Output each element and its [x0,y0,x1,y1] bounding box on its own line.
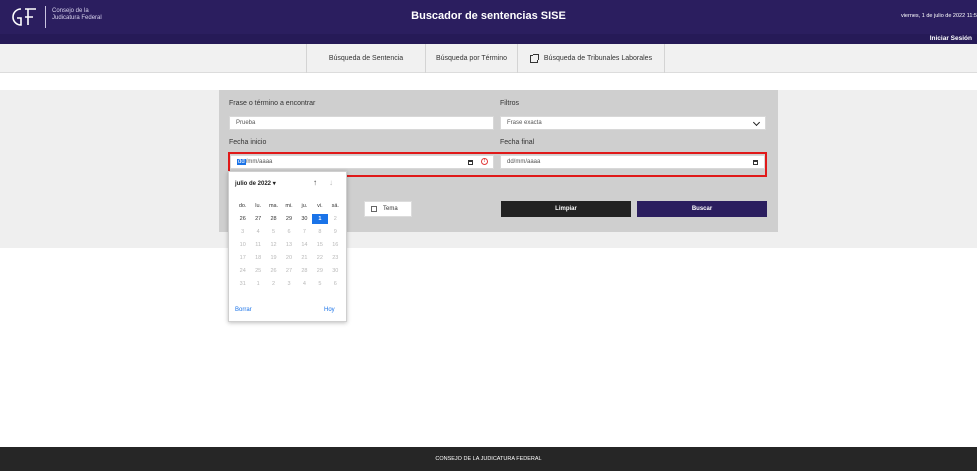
filters-value: Frase exacta [507,120,542,126]
calendar-day[interactable]: 15 [312,240,327,250]
weekday-header: lu. [255,203,262,209]
page-title: Buscador de sentencias SISE [411,10,566,22]
calendar-day[interactable]: 1 [250,279,265,289]
calendar-day[interactable]: 25 [250,266,265,276]
current-date: viernes, 1 de julio de 2022 11:5 [900,13,977,19]
calendar-day[interactable]: 6 [281,227,296,237]
clear-date-link[interactable]: Borrar [235,307,252,313]
clear-button[interactable]: Limpiar [501,201,631,217]
start-date-label: Fecha inicio [229,139,267,146]
calendar-day[interactable]: 28 [266,214,281,224]
calendar-day[interactable]: 30 [328,266,343,276]
calendar-day[interactable]: 4 [297,279,312,289]
calendar-day[interactable]: 2 [266,279,281,289]
month-label: julio de 2022 [235,181,272,187]
calendar-day[interactable]: 2 [328,214,343,224]
tab-busqueda-sentencia[interactable]: Búsqueda de Sentencia [306,44,425,73]
filters-select[interactable]: Frase exacta [500,116,766,130]
calendar-day[interactable]: 8 [312,227,327,237]
date-picker-popup: julio de 2022 ▾ ↑ ↓ do. lu. ma. mi. ju. vi. sá… [228,171,347,322]
calendar-day[interactable]: 1 [312,214,328,224]
calendar-day[interactable]: 4 [250,227,265,237]
weekday-header: mi. [285,203,293,209]
calendar-day[interactable]: 18 [250,253,265,263]
weekday-header: sá. [331,203,339,209]
page-footer: CONSEJO DE LA JUDICATURA FEDERAL [0,447,977,471]
today-link[interactable]: Hoy [324,307,335,313]
calendar-day[interactable]: 26 [266,266,281,276]
calendar-day[interactable]: 19 [266,253,281,263]
calendar-day[interactable]: 28 [297,266,312,276]
calendar-day[interactable]: 5 [266,227,281,237]
caret-down-icon: ▾ [272,181,276,187]
calendar-day[interactable]: 7 [297,227,312,237]
tab-label: Búsqueda de Tribunales Laborales [543,55,653,62]
calendar-day[interactable]: 16 [328,240,343,250]
top-header: Consejo de la Judicatura Federal Buscado… [0,0,977,34]
calendar-day[interactable]: 6 [328,279,343,289]
calendar-day[interactable]: 3 [281,279,296,289]
calendar-day[interactable]: 22 [312,253,327,263]
calendar-day[interactable]: 23 [328,253,343,263]
weekday-header: vi. [317,203,323,209]
calendar-day[interactable]: 29 [281,214,296,224]
calendar-day[interactable]: 21 [297,253,312,263]
checkbox-icon [371,206,377,212]
calendar-day[interactable]: 30 [297,214,312,224]
calendar-day[interactable]: 5 [312,279,327,289]
phrase-value: Prueba [236,120,256,126]
sub-header: Iniciar Sesión [0,34,977,44]
calendar-day[interactable]: 29 [312,266,327,276]
login-link[interactable]: Iniciar Sesión [930,35,972,42]
nav-bar: Búsqueda de Sentencia Búsqueda por Térmi… [0,44,977,73]
weekday-header: do. [238,203,247,209]
tab-label: Búsqueda de Sentencia [328,55,404,62]
tema-checkbox[interactable]: Tema [364,201,412,217]
weekday-header: ju. [301,203,308,209]
calendar-day[interactable]: 24 [235,266,250,276]
arrow-up-icon[interactable]: ↑ [313,178,317,187]
footer-text: CONSEJO DE LA JUDICATURA FEDERAL [435,456,542,462]
end-date-label: Fecha final [500,139,535,146]
tab-label: Búsqueda por Término [435,55,508,62]
calendar-day[interactable]: 31 [235,279,250,289]
arrow-down-icon[interactable]: ↓ [329,178,333,187]
calendar-day[interactable]: 10 [235,240,250,250]
calendar-day[interactable]: 27 [281,266,296,276]
calendar-grid: do. lu. ma. mi. ju. vi. sá. 26 27 28 29 30 1 2 3 4 5 6 7 8 9… [235,201,343,289]
calendar-day[interactable]: 13 [281,240,296,250]
calendar-day[interactable]: 27 [250,214,265,224]
weekday-header: ma. [268,203,279,209]
search-button[interactable]: Buscar [637,201,767,217]
calendar-day[interactable]: 26 [235,214,250,224]
phrase-label: Frase o término a encontrar [229,100,316,107]
tab-busqueda-termino[interactable]: Búsqueda por Término [425,44,517,73]
month-selector[interactable]: julio de 2022 ▾ [235,180,276,187]
calendar-day[interactable]: 14 [297,240,312,250]
calendar-day[interactable]: 12 [266,240,281,250]
calendar-day[interactable]: 3 [235,227,250,237]
calendar-day[interactable]: 17 [235,253,250,263]
calendar-day[interactable]: 9 [328,227,343,237]
chevron-down-icon [752,118,761,127]
calendar-day[interactable]: 11 [250,240,265,250]
tab-tribunales-laborales[interactable]: Búsqueda de Tribunales Laborales [517,44,665,73]
tema-label: Tema [383,206,398,212]
filters-label: Filtros [500,100,520,107]
calendar-day[interactable]: 20 [281,253,296,263]
phrase-input[interactable]: Prueba [229,116,494,130]
external-link-icon [529,53,539,63]
